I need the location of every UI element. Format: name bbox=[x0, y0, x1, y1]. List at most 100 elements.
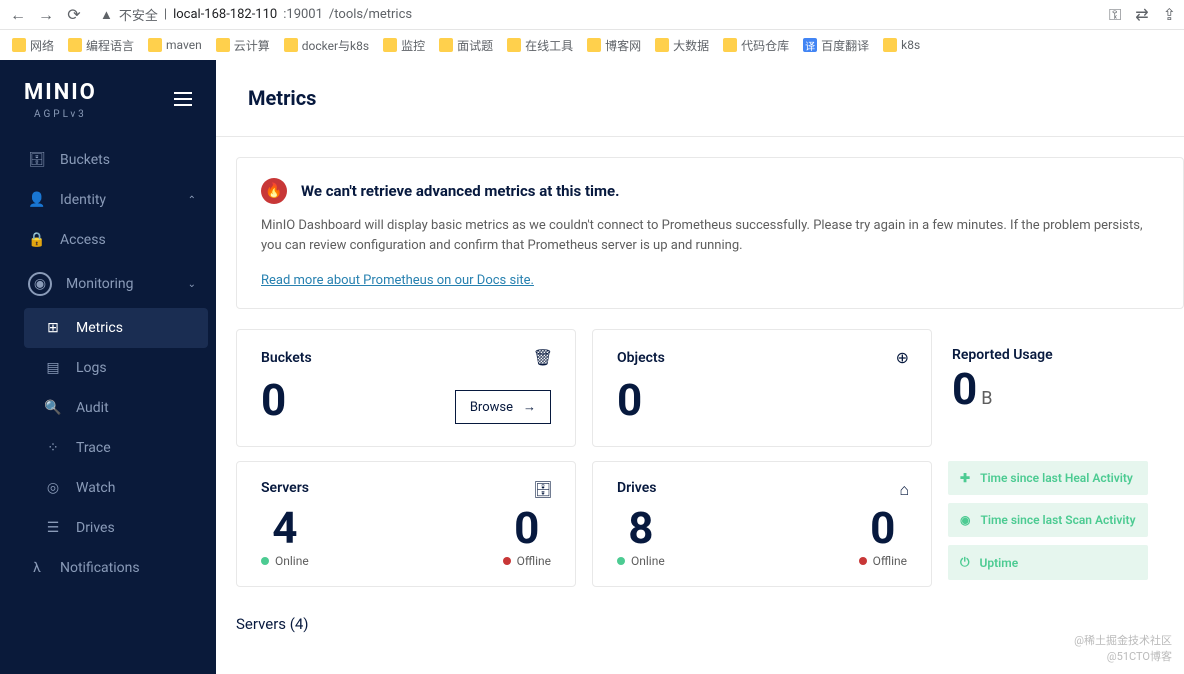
folder-icon bbox=[587, 38, 601, 52]
drive-icon: ⌂ bbox=[899, 480, 909, 500]
alert-body: MinIO Dashboard will display basic metri… bbox=[261, 216, 1159, 255]
translate-app-icon: 译 bbox=[803, 38, 817, 52]
lock-icon: 🔒 bbox=[28, 232, 46, 248]
folder-icon bbox=[68, 38, 82, 52]
sidebar-item-access[interactable]: 🔒Access bbox=[0, 220, 216, 260]
lambda-icon: λ bbox=[28, 560, 46, 576]
bucket-icon: 🗄 bbox=[28, 152, 46, 168]
logo: MINIO AGPLv3 bbox=[24, 80, 97, 120]
address-bar[interactable]: ▲ 不安全 | local-168-182-110:19001/tools/me… bbox=[92, 5, 1101, 24]
folder-icon bbox=[12, 38, 26, 52]
sidebar-item-audit[interactable]: 🔍Audit bbox=[16, 388, 216, 428]
reload-button[interactable]: ⟳ bbox=[64, 5, 84, 25]
bookmark-item[interactable]: docker与k8s bbox=[284, 37, 369, 54]
bookmark-item[interactable]: 在线工具 bbox=[507, 37, 573, 54]
sidebar-item-drives[interactable]: ☰Drives bbox=[16, 508, 216, 548]
sidebar: MINIO AGPLv3 🗄Buckets 👤Identity⌃ 🔒Access… bbox=[0, 60, 216, 674]
metrics-icon: ⊞ bbox=[44, 320, 62, 336]
monitor-icon: ◉ bbox=[28, 272, 52, 296]
status-dot-red bbox=[503, 557, 511, 565]
bookmark-item[interactable]: 译百度翻译 bbox=[803, 37, 869, 54]
uptime-pill[interactable]: ⏻Uptime bbox=[948, 545, 1148, 580]
chevron-down-icon: ⌄ bbox=[188, 279, 196, 290]
warning-icon: 🔥 bbox=[261, 178, 287, 204]
alert-title: We can't retrieve advanced metrics at th… bbox=[301, 182, 619, 200]
bookmark-item[interactable]: 网络 bbox=[12, 37, 54, 54]
sidebar-item-trace[interactable]: ⁘Trace bbox=[16, 428, 216, 468]
page-title: Metrics bbox=[248, 86, 1152, 110]
card-servers: Servers 🗄 4 Online 0 Offline bbox=[236, 461, 576, 587]
bookmark-item[interactable]: 监控 bbox=[383, 37, 425, 54]
scan-icon: ◉ bbox=[960, 513, 970, 527]
heal-activity-pill[interactable]: ✚Time since last Heal Activity bbox=[948, 461, 1148, 495]
browser-toolbar: ← → ⟳ ▲ 不安全 | local-168-182-110:19001/to… bbox=[0, 0, 1184, 30]
bookmarks-bar: 网络 编程语言 maven 云计算 docker与k8s 监控 面试题 在线工具… bbox=[0, 30, 1184, 60]
menu-toggle-icon[interactable] bbox=[174, 91, 192, 110]
translate-icon[interactable]: ⇄ bbox=[1135, 5, 1148, 25]
bookmark-item[interactable]: 面试题 bbox=[439, 37, 493, 54]
servers-section-title: Servers (4) bbox=[236, 615, 1184, 633]
drives-icon: ☰ bbox=[44, 520, 62, 536]
objects-icon: ⊕ bbox=[896, 348, 909, 367]
share-icon[interactable]: ⇪ bbox=[1163, 5, 1176, 25]
folder-icon bbox=[216, 38, 230, 52]
heal-icon: ✚ bbox=[960, 471, 970, 485]
audit-icon: 🔍 bbox=[44, 400, 62, 416]
prometheus-alert: 🔥 We can't retrieve advanced metrics at … bbox=[236, 157, 1184, 309]
browse-button[interactable]: Browse→ bbox=[455, 390, 551, 424]
arrow-right-icon: → bbox=[523, 399, 536, 415]
forward-button[interactable]: → bbox=[36, 5, 56, 25]
folder-icon bbox=[383, 38, 397, 52]
objects-value: 0 bbox=[617, 374, 907, 426]
sidebar-item-metrics[interactable]: ⊞Metrics bbox=[24, 308, 208, 348]
bucket-icon: 🗑 bbox=[533, 348, 553, 367]
back-button[interactable]: ← bbox=[8, 5, 28, 25]
main-content: Metrics 🔥 We can't retrieve advanced met… bbox=[216, 60, 1184, 674]
servers-offline-value: 0 bbox=[503, 502, 551, 554]
bookmark-item[interactable]: 编程语言 bbox=[68, 37, 134, 54]
bookmark-item[interactable]: maven bbox=[148, 38, 202, 52]
sidebar-item-notifications[interactable]: λNotifications bbox=[0, 548, 216, 588]
watch-icon: ◎ bbox=[44, 480, 62, 496]
key-icon[interactable]: ⚿ bbox=[1109, 5, 1121, 25]
drives-online-value: 8 bbox=[617, 502, 665, 554]
status-dot-green bbox=[617, 557, 625, 565]
folder-icon bbox=[655, 38, 669, 52]
bookmark-item[interactable]: 代码仓库 bbox=[723, 37, 789, 54]
card-objects: Objects ⊕ 0 bbox=[592, 329, 932, 447]
sidebar-item-watch[interactable]: ◎Watch bbox=[16, 468, 216, 508]
sidebar-item-buckets[interactable]: 🗄Buckets bbox=[0, 140, 216, 180]
folder-icon bbox=[507, 38, 521, 52]
usage-value: 0 bbox=[952, 363, 977, 415]
card-usage: Reported Usage 0B bbox=[948, 329, 1148, 447]
folder-icon bbox=[284, 38, 298, 52]
server-icon: 🗄 bbox=[533, 480, 553, 499]
bookmark-item[interactable]: k8s bbox=[883, 38, 920, 52]
card-buckets: Buckets 🗑 0 Browse→ bbox=[236, 329, 576, 447]
bookmark-item[interactable]: 博客网 bbox=[587, 37, 641, 54]
security-label: 不安全 bbox=[119, 5, 158, 24]
status-pills: ✚Time since last Heal Activity ◉Time sin… bbox=[948, 461, 1148, 587]
folder-icon bbox=[439, 38, 453, 52]
bookmark-item[interactable]: 大数据 bbox=[655, 37, 709, 54]
status-dot-green bbox=[261, 557, 269, 565]
sidebar-item-logs[interactable]: ▤Logs bbox=[16, 348, 216, 388]
identity-icon: 👤 bbox=[28, 192, 46, 208]
url-host: local-168-182-110 bbox=[173, 7, 277, 22]
status-dot-red bbox=[859, 557, 867, 565]
folder-icon bbox=[723, 38, 737, 52]
alert-docs-link[interactable]: Read more about Prometheus on our Docs s… bbox=[261, 273, 534, 288]
servers-online-value: 4 bbox=[261, 502, 309, 554]
bookmark-item[interactable]: 云计算 bbox=[216, 37, 270, 54]
folder-icon bbox=[883, 38, 897, 52]
trace-icon: ⁘ bbox=[44, 440, 62, 456]
scan-activity-pill[interactable]: ◉Time since last Scan Activity bbox=[948, 503, 1148, 537]
chevron-up-icon: ⌃ bbox=[188, 195, 196, 206]
watermark: @稀土掘金技术社区 @51CTO博客 bbox=[1074, 633, 1172, 664]
insecure-icon: ▲ bbox=[100, 7, 113, 23]
sidebar-item-identity[interactable]: 👤Identity⌃ bbox=[0, 180, 216, 220]
folder-icon bbox=[148, 38, 162, 52]
drives-offline-value: 0 bbox=[859, 502, 907, 554]
logs-icon: ▤ bbox=[44, 360, 62, 376]
sidebar-item-monitoring[interactable]: ◉Monitoring⌄ bbox=[0, 260, 216, 308]
